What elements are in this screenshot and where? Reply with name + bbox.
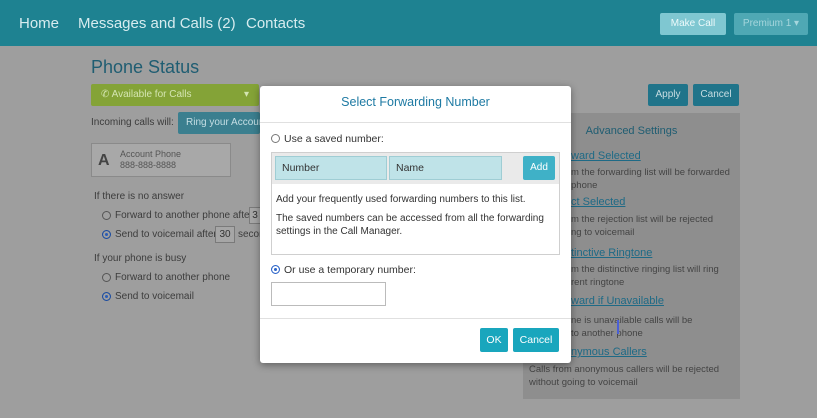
make-call-button[interactable]: Make Call: [660, 13, 726, 35]
anonymous-callers-desc: Calls from anonymous callers will be rej…: [529, 364, 720, 375]
nav-messages-and-calls[interactable]: Messages and Calls (2): [78, 15, 236, 32]
page-title: Phone Status: [91, 57, 200, 77]
reject-selected-desc-2: ng to voicemail: [571, 227, 635, 238]
reject-selected-link[interactable]: ct Selected: [571, 196, 625, 208]
forward-selected-link[interactable]: ward Selected: [571, 150, 641, 162]
nav-contacts[interactable]: Contacts: [246, 15, 305, 32]
seconds-label: seconds: [238, 229, 260, 240]
forward-after-radio[interactable]: [102, 211, 111, 220]
distinctive-ringtone-link[interactable]: tinctive Ringtone: [571, 247, 652, 259]
anonymous-callers-desc-2: without going to voicemail: [529, 377, 638, 388]
select-forwarding-number-dialog: Select Forwarding Number Use a saved num…: [260, 86, 571, 363]
voicemail-after-seconds-input[interactable]: 30: [215, 226, 235, 243]
dialog-cancel-button[interactable]: Cancel: [513, 328, 559, 352]
dialog-footer-divider: [260, 318, 571, 319]
top-navigation-bar: Home Messages and Calls (2) Contacts Mak…: [0, 0, 817, 46]
dialog-title: Select Forwarding Number: [341, 95, 490, 109]
voicemail-after-label: Send to voicemail after: [115, 229, 217, 240]
anonymous-callers-link[interactable]: nymous Callers: [571, 346, 647, 358]
use-temporary-number-radio[interactable]: [271, 265, 280, 274]
temporary-number-input[interactable]: [271, 282, 386, 306]
nav-home[interactable]: Home: [19, 15, 59, 32]
use-saved-number-label: Use a saved number:: [284, 133, 384, 145]
use-temporary-number-label: Or use a temporary number:: [284, 264, 416, 276]
dialog-header-divider: [260, 122, 571, 123]
busy-label: If your phone is busy: [94, 253, 187, 264]
reject-selected-desc: m the rejection list will be rejected: [571, 214, 714, 225]
forward-if-unavailable-link[interactable]: ward if Unavailable: [571, 295, 664, 307]
add-number-button[interactable]: Add: [523, 156, 555, 180]
forward-if-unavailable-desc: ne is unavailable calls will be: [571, 315, 693, 326]
saved-numbers-hint-2: The saved numbers can be accessed from a…: [276, 213, 544, 224]
busy-voicemail-label: Send to voicemail: [115, 291, 194, 302]
busy-forward-label: Forward to another phone: [115, 272, 231, 283]
account-phone-number: 888-888-8888: [120, 160, 177, 170]
apply-button[interactable]: Apply: [648, 84, 688, 106]
incoming-calls-label: Incoming calls will:: [91, 117, 174, 128]
use-saved-number-radio[interactable]: [271, 134, 280, 143]
busy-forward-radio[interactable]: [102, 273, 111, 282]
name-input[interactable]: Name: [389, 156, 502, 180]
forward-if-unavailable-desc-2: to another phone: [571, 328, 643, 339]
text-cursor: [617, 320, 619, 334]
ring-account-phone-button[interactable]: Ring your Account Phone: [178, 112, 260, 134]
no-answer-label: If there is no answer: [94, 191, 185, 202]
status-value: Available for Calls: [111, 89, 192, 100]
saved-numbers-header: Number Name Add: [272, 153, 559, 184]
saved-numbers-hint-3: settings in the Call Manager.: [276, 226, 403, 237]
forward-selected-desc: m the forwarding list will be forwarded: [571, 167, 730, 178]
ok-button[interactable]: OK: [480, 328, 508, 352]
saved-numbers-hint: Add your frequently used forwarding numb…: [276, 194, 526, 205]
page-cancel-button[interactable]: Cancel: [693, 84, 739, 106]
phone-icon: ✆: [101, 89, 112, 100]
premium-account-dropdown[interactable]: Premium 1 ▾: [734, 13, 808, 35]
distinctive-ringtone-desc: m the distinctive ringing list will ring: [571, 264, 719, 275]
forward-after-label: Forward to another phone after: [115, 210, 253, 221]
voicemail-after-radio[interactable]: [102, 230, 111, 239]
account-phone-name: Account Phone: [120, 149, 182, 159]
number-input[interactable]: Number: [275, 156, 387, 180]
caret-down-icon: ▾: [243, 89, 249, 100]
busy-voicemail-radio[interactable]: [102, 292, 111, 301]
saved-numbers-panel: Number Name Add Add your frequently used…: [271, 152, 560, 255]
account-letter: A: [98, 152, 110, 169]
status-dropdown[interactable]: ✆ Available for Calls ▾: [91, 84, 259, 106]
account-phone-card[interactable]: A Account Phone 888-888-8888: [91, 143, 231, 177]
distinctive-ringtone-desc-2: rent ringtone: [571, 277, 625, 288]
forward-selected-desc-2: phone: [571, 180, 598, 191]
